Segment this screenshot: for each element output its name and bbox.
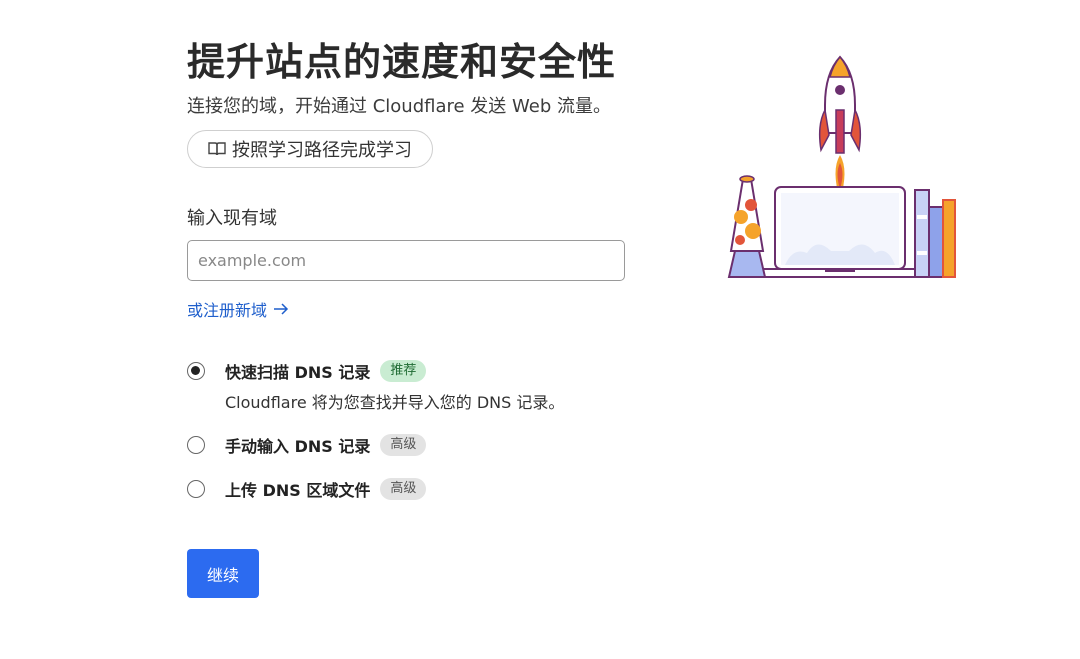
option-title: 上传 DNS 区域文件 — [225, 481, 371, 500]
option-body: 上传 DNS 区域文件 高级 — [225, 477, 427, 501]
option-title: 手动输入 DNS 记录 — [225, 437, 371, 456]
rocket-icon — [818, 55, 862, 200]
option-quick-scan[interactable]: 快速扫描 DNS 记录 推荐 Cloudflare 将为您查找并导入您的 DNS… — [187, 359, 647, 413]
option-title-row: 快速扫描 DNS 记录 推荐 — [225, 359, 564, 383]
option-body: 手动输入 DNS 记录 高级 — [225, 433, 427, 457]
main-content: 提升站点的速度和安全性 连接您的域，开始通过 Cloudflare 发送 Web… — [187, 36, 647, 598]
lava-lamp-icon — [727, 175, 767, 278]
page: 提升站点的速度和安全性 连接您的域，开始通过 Cloudflare 发送 Web… — [0, 0, 1080, 659]
radio-quick-scan[interactable] — [187, 362, 205, 380]
domain-label: 输入现有域 — [187, 208, 277, 229]
page-title: 提升站点的速度和安全性 — [187, 40, 617, 84]
page-subtitle: 连接您的域，开始通过 Cloudflare 发送 Web 流量。 — [187, 96, 611, 117]
arrow-right-icon — [273, 300, 289, 319]
learning-path-button[interactable]: 按照学习路径完成学习 — [187, 130, 433, 168]
option-title: 快速扫描 DNS 记录 — [225, 363, 371, 382]
advanced-badge: 高级 — [380, 478, 427, 500]
option-title-row: 上传 DNS 区域文件 高级 — [225, 477, 427, 501]
rocket-laptop-illustration — [725, 55, 965, 285]
option-body: 快速扫描 DNS 记录 推荐 Cloudflare 将为您查找并导入您的 DNS… — [225, 359, 564, 413]
radio-upload-zone-file[interactable] — [187, 480, 205, 498]
laptop-icon — [754, 186, 926, 278]
register-new-domain-link[interactable]: 或注册新域 — [187, 297, 289, 321]
option-description: Cloudflare 将为您查找并导入您的 DNS 记录。 — [225, 393, 565, 412]
recommended-badge: 推荐 — [380, 360, 427, 382]
continue-button[interactable]: 继续 — [187, 549, 259, 598]
books-icon — [914, 189, 956, 278]
option-upload-zone-file[interactable]: 上传 DNS 区域文件 高级 — [187, 477, 647, 501]
learning-path-label: 按照学习路径完成学习 — [232, 140, 412, 160]
book-icon — [208, 141, 226, 157]
radio-manual-entry[interactable] — [187, 436, 205, 454]
option-title-row: 手动输入 DNS 记录 高级 — [225, 433, 427, 457]
option-manual-entry[interactable]: 手动输入 DNS 记录 高级 — [187, 433, 647, 457]
domain-input[interactable] — [187, 240, 625, 281]
dns-options: 快速扫描 DNS 记录 推荐 Cloudflare 将为您查找并导入您的 DNS… — [187, 359, 647, 501]
advanced-badge: 高级 — [380, 434, 427, 456]
register-link-label: 或注册新域 — [187, 301, 268, 320]
